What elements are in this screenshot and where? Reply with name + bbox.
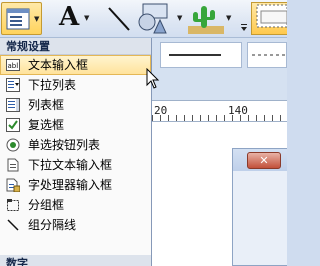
dash-style-combo[interactable] xyxy=(247,42,287,68)
menu-item-label: 下拉文本输入框 xyxy=(28,158,113,172)
menu-item-drop-down-list[interactable]: 下拉列表 xyxy=(0,75,151,95)
menu-section-header: 常规设置 xyxy=(0,38,151,55)
ruler-toolbar-icon xyxy=(256,4,287,28)
line-style-icon xyxy=(169,54,221,56)
svg-text:abl: abl xyxy=(8,62,19,70)
list-box-icon xyxy=(6,98,20,112)
menu-item-label: 字处理器输入框 xyxy=(28,178,113,192)
menu-item-drop-down-text-field[interactable]: 下拉文本输入框 xyxy=(0,155,151,175)
menu-item-word-processor-field[interactable]: 字处理器输入框 xyxy=(0,175,151,195)
chevron-down-icon: ▼ xyxy=(34,15,40,23)
close-icon: ✕ xyxy=(259,154,269,167)
group-box-icon xyxy=(7,199,19,211)
menu-item-group-separator[interactable]: 组分隔线 xyxy=(0,215,151,235)
ruler-ticks xyxy=(152,115,287,121)
ruler: 20 140 xyxy=(152,100,287,122)
menu-item-checkbox[interactable]: 复选框 xyxy=(0,115,151,135)
inner-window-title-bar: ✕ xyxy=(233,149,287,171)
drop-down-text-field-icon xyxy=(7,158,19,172)
chevron-down-icon: ▼ xyxy=(84,14,90,22)
menu-item-label: 复选框 xyxy=(28,118,65,132)
font-size-combo[interactable] xyxy=(160,42,242,68)
menu-item-label: 文本输入框 xyxy=(28,58,89,72)
form-field-icon xyxy=(6,8,30,30)
picture-button[interactable]: ▼ xyxy=(188,2,235,35)
menu-item-list-box[interactable]: 列表框 xyxy=(0,95,151,115)
chevron-down-icon: ▼ xyxy=(226,14,232,22)
menu-item-label: 分组框 xyxy=(28,198,65,212)
group-separator-icon xyxy=(7,219,19,231)
menu-item-label: 组分隔线 xyxy=(28,218,77,232)
form-field-dropdown-menu: 常规设置 abl 文本输入框 下拉列表 列表框 复选框 单选按钮列表 下拉文本输… xyxy=(0,38,152,266)
menu-item-group-box[interactable]: 分组框 xyxy=(0,195,151,215)
inner-window: ✕ xyxy=(232,148,287,266)
menu-item-label: 单选按钮列表 xyxy=(28,138,101,152)
chevron-down-icon: ▼ xyxy=(177,14,183,22)
close-button[interactable]: ✕ xyxy=(247,152,281,169)
text-icon: A xyxy=(59,2,80,32)
word-processor-field-icon xyxy=(6,178,20,192)
menu-item-label: 下拉列表 xyxy=(28,78,77,92)
line-button[interactable] xyxy=(104,2,134,35)
picture-icon xyxy=(188,6,224,34)
drop-down-list-icon xyxy=(6,78,20,92)
toolbar: ▼ A ▼ ▼ ▼ xyxy=(0,0,287,38)
shapes-button[interactable]: ▼ xyxy=(136,2,185,35)
line-icon xyxy=(108,7,130,31)
text-field-icon: abl xyxy=(6,59,20,71)
mouse-cursor-icon xyxy=(146,68,160,89)
menu-section-header-numbers: 数字 xyxy=(0,255,151,266)
radio-button-icon xyxy=(6,138,20,152)
menu-item-text-field[interactable]: abl 文本输入框 xyxy=(0,55,151,75)
checkbox-icon xyxy=(6,118,20,132)
shapes-icon xyxy=(138,3,168,34)
form-field-button[interactable]: ▼ xyxy=(1,2,42,35)
toolbar-right-button[interactable] xyxy=(251,2,287,35)
dash-style-icon xyxy=(252,54,286,56)
menu-item-radio-button-list[interactable]: 单选按钮列表 xyxy=(0,135,151,155)
menu-item-label: 列表框 xyxy=(28,98,65,112)
overflow-icon xyxy=(241,24,247,31)
toolbar-overflow-button[interactable] xyxy=(238,2,249,35)
text-button[interactable]: A ▼ xyxy=(56,2,93,35)
